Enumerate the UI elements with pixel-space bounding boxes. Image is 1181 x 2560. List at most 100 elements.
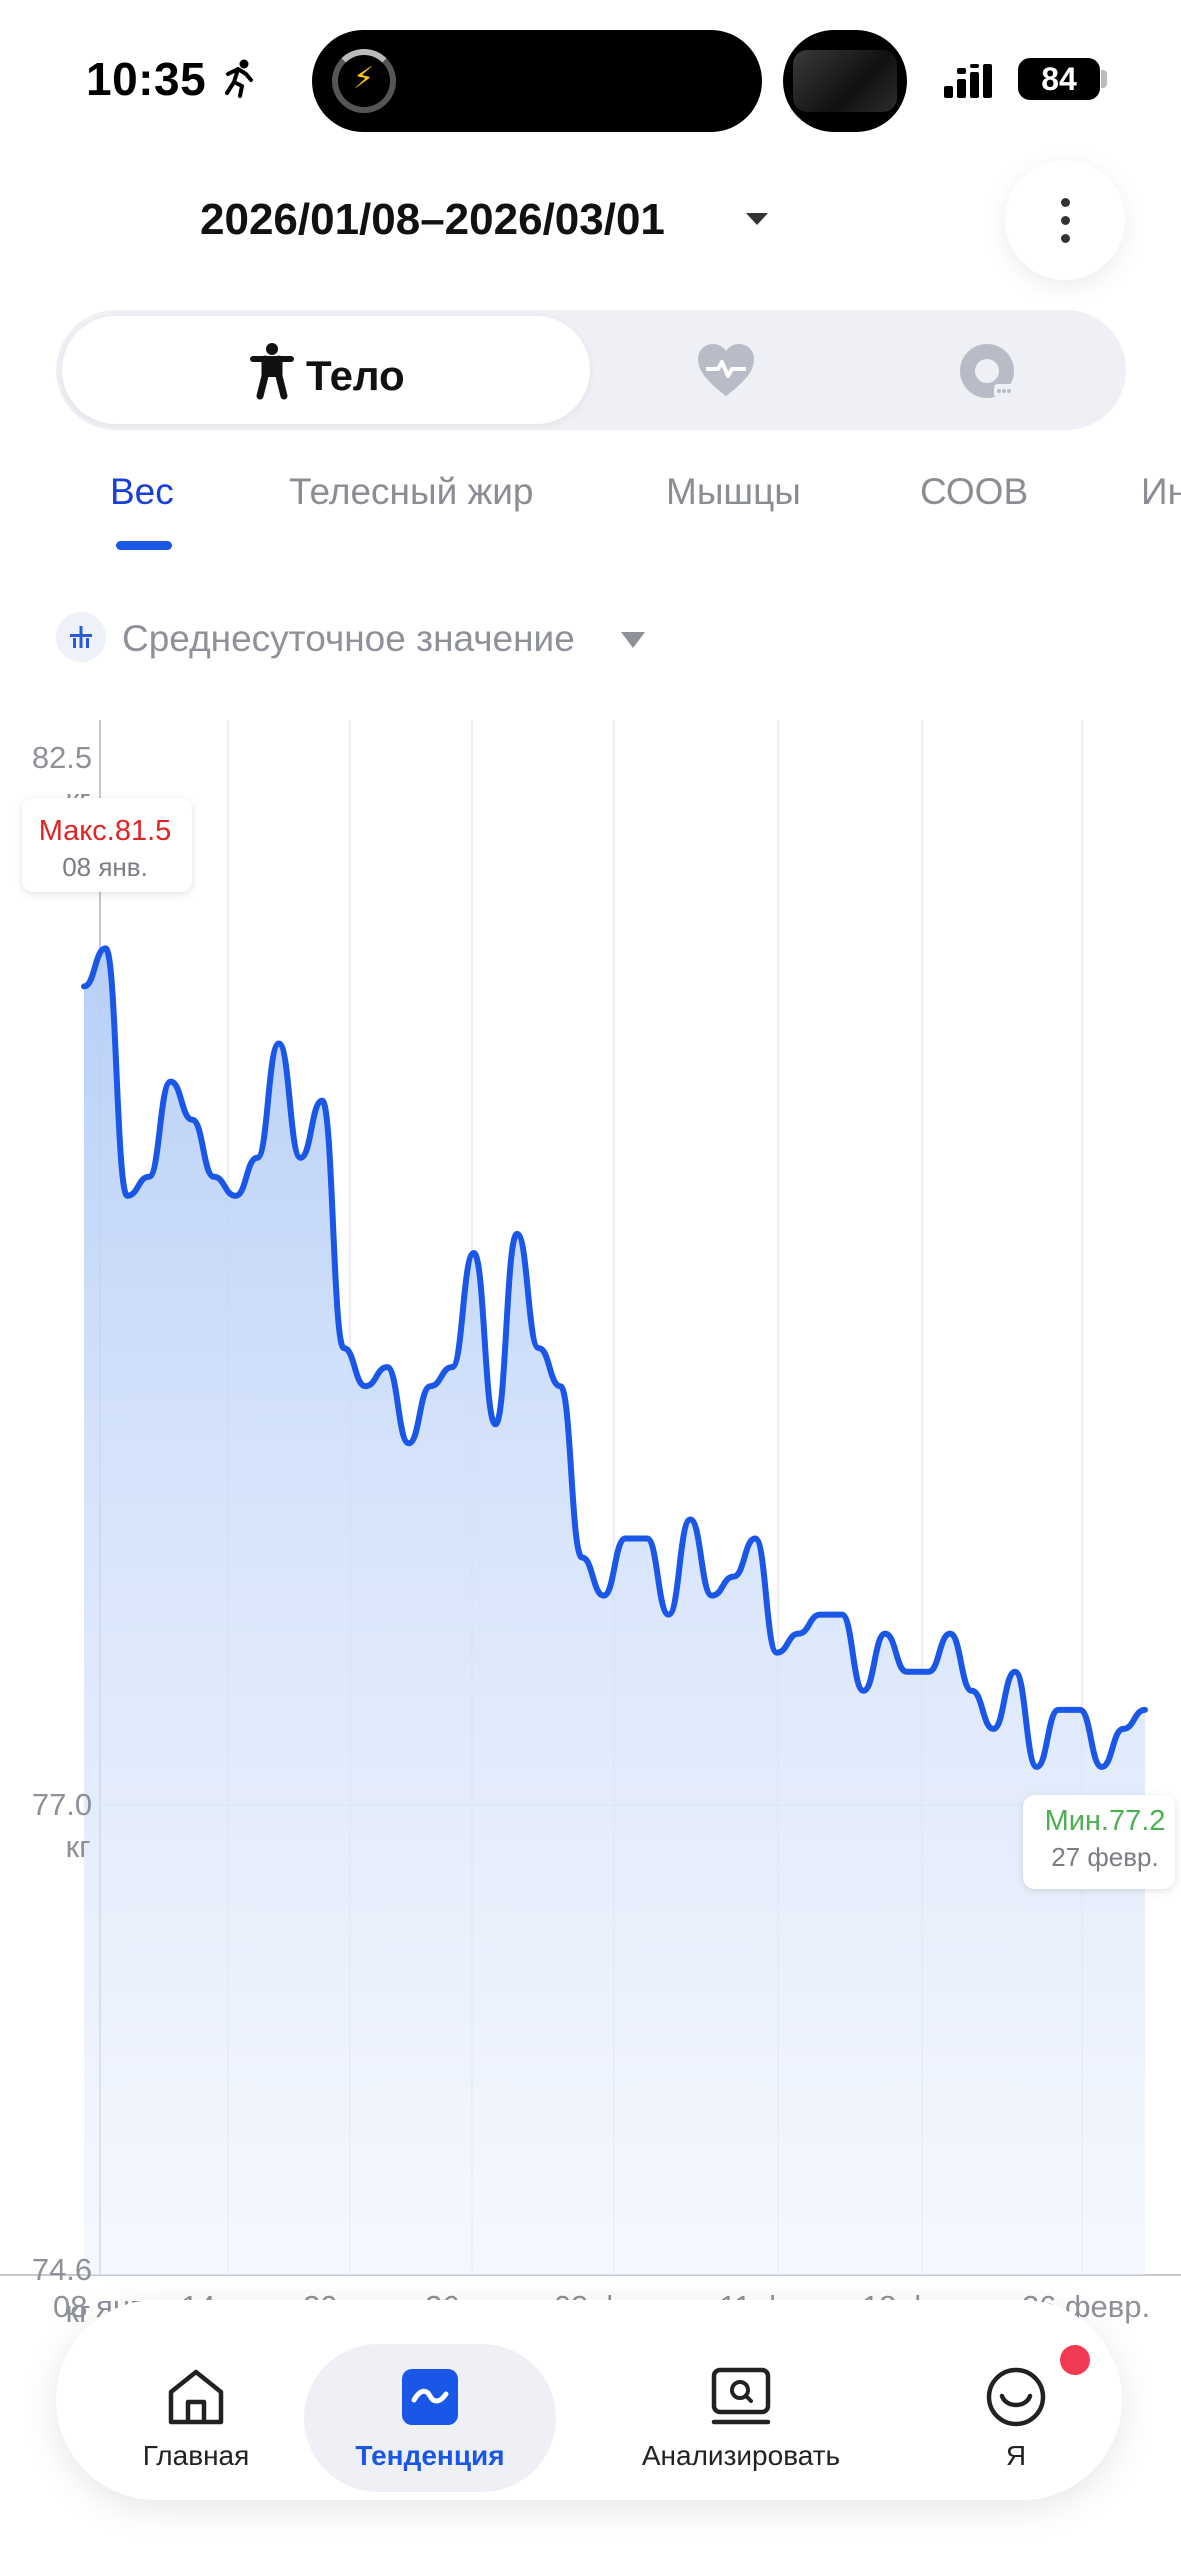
data-point (514, 1231, 520, 1237)
data-point (925, 1669, 931, 1675)
chevron-down-icon[interactable] (746, 213, 768, 225)
data-point (1012, 1669, 1018, 1675)
tab-weight[interactable]: Вес (110, 471, 174, 513)
data-point (882, 1631, 888, 1637)
body-icon (250, 343, 294, 400)
data-point (1034, 1764, 1040, 1770)
data-point (233, 1193, 239, 1199)
tab-bmr[interactable]: СООВ (920, 471, 1028, 513)
analyze-icon (711, 2367, 771, 2425)
weight-trend-chart[interactable]: 82.5кг77.0кг74.6кг 08 янв.14 янв.20 янв.… (0, 700, 1181, 2340)
data-point (406, 1440, 412, 1446)
caret-down-icon (621, 632, 645, 648)
running-icon (225, 59, 253, 98)
more-options-button[interactable] (1005, 160, 1125, 280)
more-dot (1061, 198, 1070, 207)
data-point (298, 1155, 304, 1161)
data-point (319, 1098, 325, 1104)
data-point (709, 1593, 715, 1599)
segment-body-label: Тело (306, 352, 405, 399)
data-point (817, 1612, 823, 1618)
date-range-selector[interactable]: 2026/01/08–2026/03/01 (200, 195, 665, 245)
data-point (124, 1193, 130, 1199)
y-tick-label: 74.6 (32, 2252, 92, 2287)
nav-trend-label: Тенденция (355, 2440, 505, 2471)
data-point (254, 1155, 260, 1161)
data-point (471, 1250, 477, 1256)
now-playing-island (783, 30, 907, 132)
y-tick-label: 82.5 (32, 740, 92, 775)
battery-cap (1101, 70, 1107, 88)
data-point (103, 945, 109, 951)
data-point (189, 1117, 195, 1123)
data-point (384, 1364, 390, 1370)
data-point (1120, 1726, 1126, 1732)
notification-badge (1060, 2345, 1090, 2375)
dynamic-island: ⚡ (312, 30, 762, 132)
data-point (861, 1688, 867, 1694)
home-icon (168, 2369, 224, 2425)
heart-pulse-icon[interactable] (696, 342, 756, 398)
tab-body-fat[interactable]: Телесный жир (289, 471, 534, 513)
data-point (904, 1669, 910, 1675)
data-point (427, 1383, 433, 1389)
more-dot (1061, 234, 1070, 243)
average-icon (56, 612, 106, 662)
y-tick-label: 77.0 (32, 1787, 92, 1822)
nav-home[interactable]: Главная (96, 2300, 296, 2500)
data-point (796, 1631, 802, 1637)
data-point (168, 1079, 174, 1085)
data-point (362, 1383, 368, 1389)
data-point (731, 1574, 737, 1580)
tab-muscle[interactable]: Мышцы (666, 471, 801, 513)
nav-trend[interactable]: Тенденция (322, 2300, 538, 2500)
min-value-tooltip: Мин.77.2 27 февр. (1023, 1795, 1175, 1889)
y-unit-label: кг (66, 1829, 91, 1864)
max-date-label: 08 янв. (62, 852, 148, 882)
data-point (947, 1631, 953, 1637)
data-point (1142, 1707, 1148, 1713)
album-art-image (793, 50, 897, 112)
tab-more[interactable]: Ин (1141, 471, 1181, 513)
data-point (644, 1535, 650, 1541)
segment-body[interactable]: Тело (62, 316, 590, 424)
data-point (774, 1650, 780, 1656)
data-point (276, 1041, 282, 1047)
data-point (990, 1726, 996, 1732)
more-dot (1061, 216, 1070, 225)
data-point (341, 1345, 347, 1351)
lightning-icon: ⚡ (353, 62, 375, 95)
data-point (211, 1174, 217, 1180)
cellular-signal-icon (944, 64, 992, 98)
category-segmented-control: Тело (56, 310, 1126, 430)
metric-tabs: Вес Телесный жир Мышцы СООВ Ин (0, 465, 1181, 555)
data-point (557, 1383, 563, 1389)
data-point (839, 1612, 845, 1618)
data-point (1077, 1707, 1083, 1713)
max-value-tooltip: Макс.81.5 08 янв. (22, 798, 192, 892)
y-axis-labels: 82.5кг77.0кг74.6кг (32, 740, 92, 2329)
profile-icon (986, 2367, 1046, 2427)
data-point (969, 1688, 975, 1694)
nav-home-label: Главная (142, 2440, 250, 2471)
data-point (666, 1612, 672, 1618)
min-date-label: 27 февр. (1051, 1842, 1159, 1872)
nav-analyze-label: Анализировать (641, 2440, 841, 2471)
data-point (752, 1535, 758, 1541)
data-point (687, 1516, 693, 1522)
data-point (1099, 1764, 1105, 1770)
data-point (81, 983, 87, 989)
min-value-label: Мин.77.2 (1045, 1805, 1166, 1837)
status-time: 10:35 (86, 53, 207, 105)
aggregation-label: Среднесуточное значение (122, 618, 575, 659)
scale-icon[interactable] (958, 342, 1016, 400)
data-point (601, 1593, 607, 1599)
data-point (1055, 1707, 1061, 1713)
status-bar: 10:35 ⚡ 84 (0, 0, 1181, 150)
data-point (536, 1345, 542, 1351)
bottom-navigation: Главная Тенденция Анализировать Я (56, 2300, 1122, 2500)
nav-analyze[interactable]: Анализировать (596, 2300, 886, 2500)
nav-profile[interactable]: Я (936, 2300, 1096, 2500)
data-point (622, 1535, 628, 1541)
data-point (449, 1364, 455, 1370)
